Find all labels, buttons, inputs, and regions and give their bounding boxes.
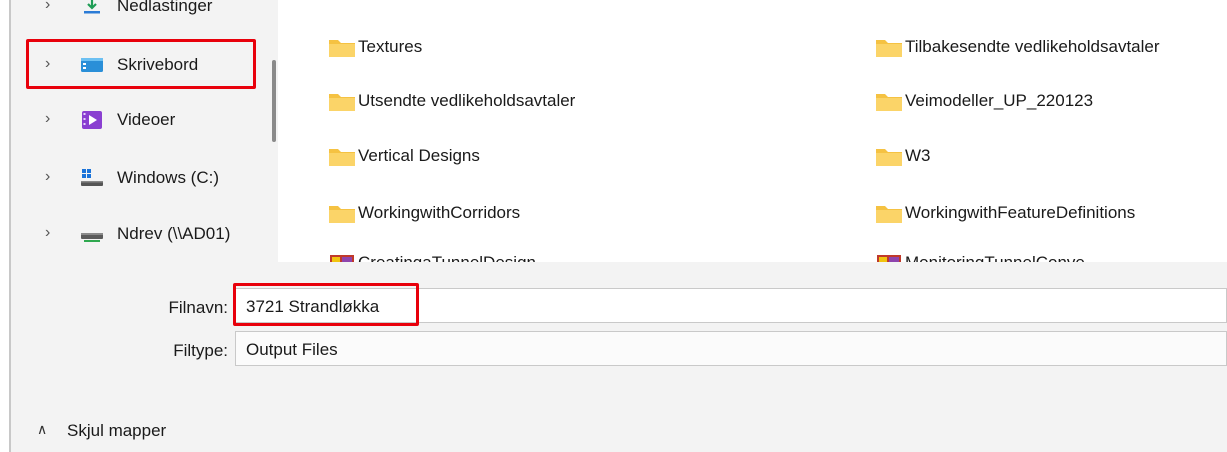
folder-label: WorkingwithCorridors <box>358 203 521 222</box>
folder-label: Tilbakesendte vedlikeholdsavtaler <box>905 37 1160 56</box>
highlight-skrivebord <box>26 39 256 89</box>
filetype-select[interactable]: Output Files <box>235 331 1227 366</box>
folder-label: W3 <box>905 146 931 165</box>
folder-icon <box>329 149 355 166</box>
nav-item-label: Nedlastinger <box>117 0 213 15</box>
videos-icon <box>82 111 102 129</box>
folder-label: WorkingwithFeatureDefinitions <box>905 203 1136 222</box>
windows-drive-icon <box>81 169 103 186</box>
filetype-label: Filtype: <box>173 341 228 360</box>
network-drive-icon <box>81 233 103 242</box>
chevron-right-icon[interactable]: › <box>45 0 50 14</box>
folder-icon <box>876 94 902 111</box>
file-label: CreatingaTunnelDesign <box>358 253 536 262</box>
file-label: MonitoringTunnelConve <box>905 253 1085 262</box>
folder-icon <box>329 206 355 223</box>
filetype-value: Output Files <box>246 340 338 359</box>
nav-item-videoer[interactable]: › Videoer <box>11 100 271 140</box>
nav-item-windows-c[interactable]: › Windows (C:) <box>11 158 271 198</box>
nav-item-ndrev[interactable]: › Ndrev (\\AD01) <box>11 214 271 254</box>
filename-label: Filnavn: <box>168 298 228 317</box>
nav-scrollbar[interactable] <box>272 60 276 142</box>
folder-icon <box>876 40 902 57</box>
folder-icon <box>329 94 355 111</box>
folder-label: Vertical Designs <box>358 146 480 165</box>
download-icon <box>84 0 100 14</box>
chevron-right-icon[interactable]: › <box>45 224 50 242</box>
window-left-border <box>0 0 11 452</box>
nav-item-label: Videoer <box>117 110 176 129</box>
file-icon <box>330 255 354 262</box>
chevron-right-icon[interactable]: › <box>45 110 50 128</box>
nav-item-label: Windows (C:) <box>117 168 220 187</box>
folder-label: Veimodeller_UP_220123 <box>905 91 1094 110</box>
file-icon <box>877 255 901 262</box>
chevron-up-icon: ∧ <box>37 421 48 437</box>
hide-folders-label: Skjul mapper <box>67 421 167 440</box>
nav-item-nedlastinger[interactable]: › Nedlastinger <box>11 0 271 26</box>
nav-item-label: Ndrev (\\AD01) <box>117 224 231 243</box>
highlight-filename <box>233 283 419 326</box>
file-list-pane[interactable]: Textures Utsendte vedlikeholdsavtaler Ve… <box>278 0 1227 262</box>
folder-icon <box>876 206 902 223</box>
folder-label: Textures <box>358 37 423 56</box>
folder-icon <box>876 149 902 166</box>
folder-label: Utsendte vedlikeholdsavtaler <box>358 91 576 110</box>
folder-icon <box>329 40 355 57</box>
chevron-right-icon[interactable]: › <box>45 168 50 186</box>
